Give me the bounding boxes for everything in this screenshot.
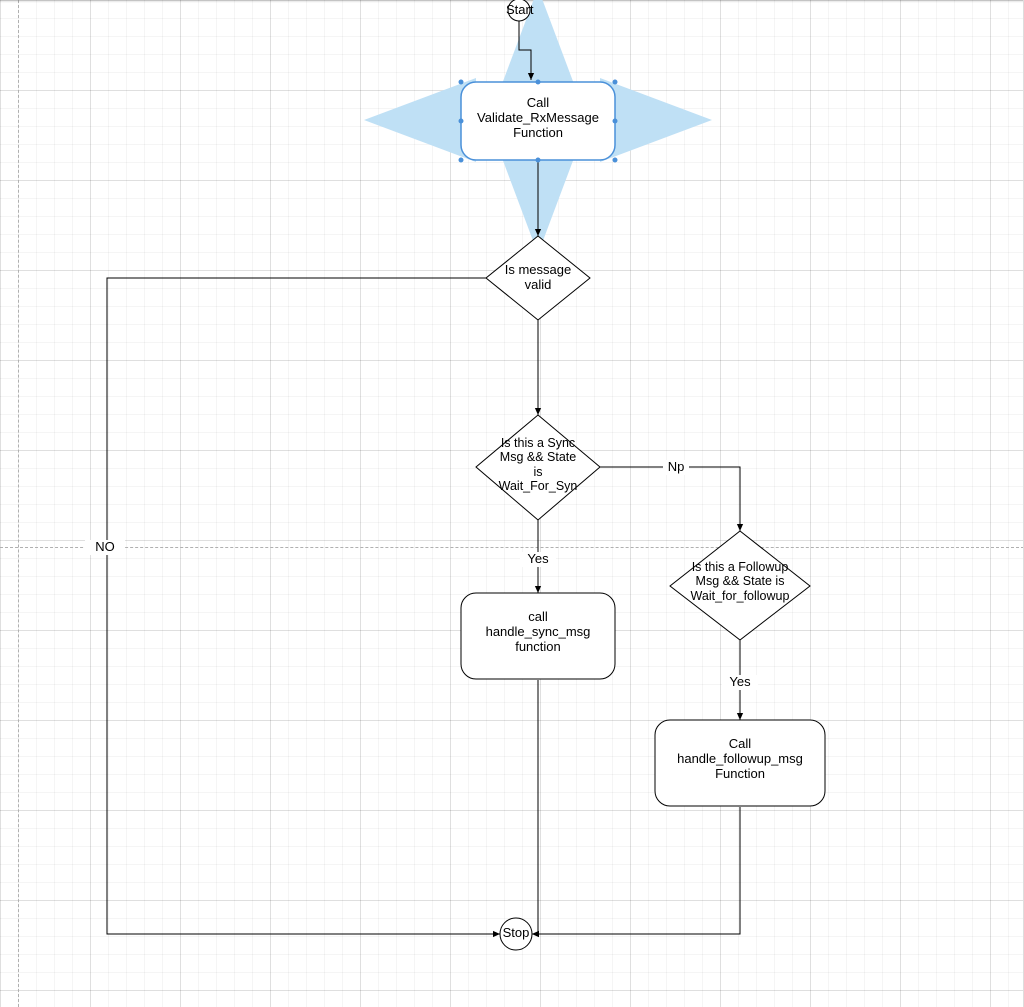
handle-followup-label: Call handle_followup_msg Function [655, 737, 825, 782]
handle-sync-label: call handle_sync_msg function [461, 610, 615, 655]
diagram-canvas[interactable]: Start Call Validate_RxMessage Function I… [0, 0, 1024, 1007]
edge-label-yes-sync: Yes [520, 552, 556, 567]
edge-label-no: NO [85, 540, 125, 555]
nodes-layer [0, 0, 1024, 1007]
edge-label-yes-followup: Yes [722, 675, 758, 690]
stop-label: Stop [501, 926, 531, 941]
is-followup-label: Is this a Followup Msg && State is Wait_… [668, 560, 812, 603]
edge-label-np: Np [663, 460, 689, 475]
start-label: Start [506, 3, 532, 18]
is-sync-label: Is this a Sync Msg && State is Wait_For_… [478, 436, 598, 494]
validate-label: Call Validate_RxMessage Function [461, 96, 615, 141]
is-valid-label: Is message valid [493, 263, 583, 293]
